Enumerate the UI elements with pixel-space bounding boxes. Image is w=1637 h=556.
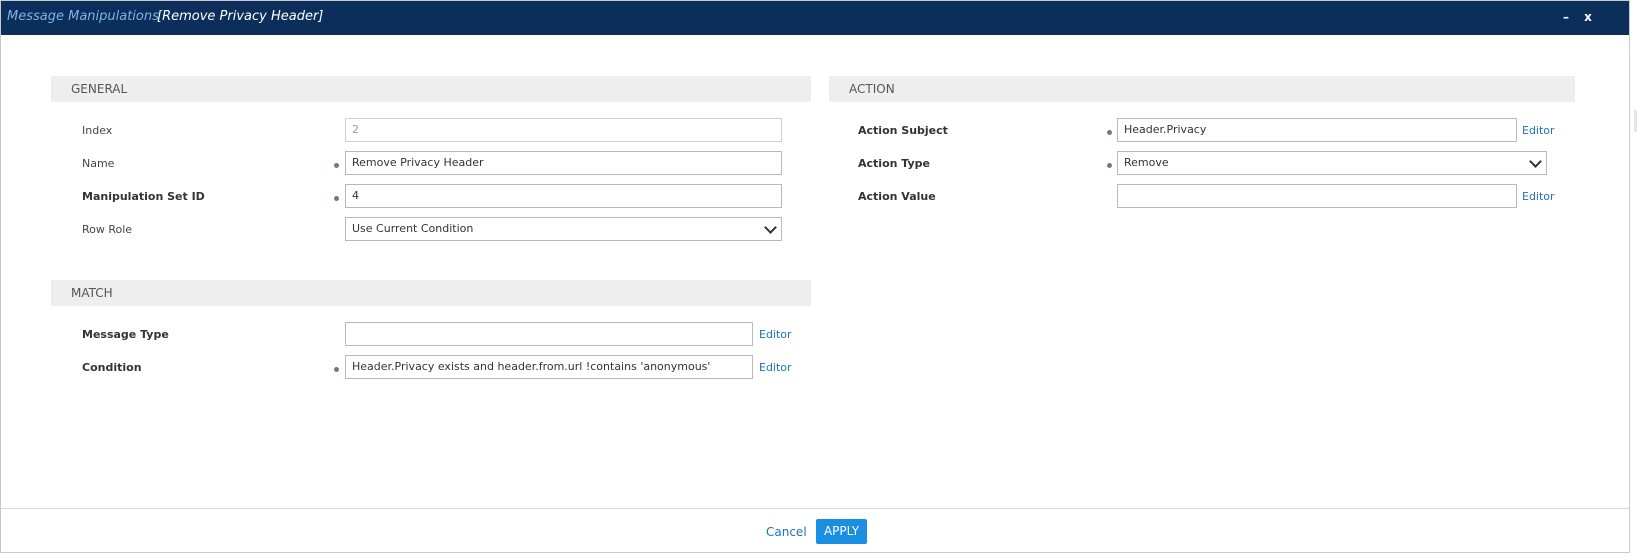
required-indicator [334,367,339,372]
action-subject-field[interactable]: Header.Privacy [1117,118,1517,142]
index-label: Index [82,124,113,137]
action-type-label: Action Type [858,157,930,170]
condition-label: Condition [82,361,142,374]
action-subject-editor-link[interactable]: Editor [1522,124,1555,138]
required-indicator [334,196,339,201]
name-label: Name [82,157,115,170]
condition-field[interactable]: Header.Privacy exists and header.from.ur… [345,355,753,379]
row-role-label: Row Role [82,223,133,236]
chevron-down-icon [764,221,777,234]
manipulation-set-id-field[interactable]: 4 [345,184,782,208]
action-value-label: Action Value [858,190,936,203]
action-value-field[interactable] [1117,184,1517,208]
close-button[interactable]: x [1581,10,1595,24]
action-type-select[interactable]: Remove [1117,151,1547,175]
general-section-header: GENERAL [51,76,811,102]
minimize-button[interactable]: – [1559,10,1573,24]
message-type-editor-link[interactable]: Editor [759,328,792,342]
match-section-header: MATCH [51,280,811,306]
action-section-header: ACTION [829,76,1575,102]
required-indicator [1107,163,1112,168]
index-field: 2 [345,118,782,142]
required-indicator [1107,130,1112,135]
chevron-down-icon [1529,155,1542,168]
action-value-editor-link[interactable]: Editor [1522,190,1555,204]
message-type-label: Message Type [82,328,169,341]
condition-editor-link[interactable]: Editor [759,361,792,375]
action-subject-label: Action Subject [858,124,948,137]
manipulation-set-id-label: Manipulation Set ID [82,190,205,203]
name-field[interactable]: Remove Privacy Header [345,151,782,175]
dialog-subtitle: [Remove Privacy Header] [157,9,324,24]
footer-divider [1,508,1629,509]
row-role-select[interactable]: Use Current Condition [345,217,782,241]
required-indicator [334,163,339,168]
dialog-titlebar: Message Manipulations [Remove Privacy He… [1,1,1629,35]
dialog-title: Message Manipulations [7,9,159,24]
apply-button[interactable]: APPLY [816,519,867,544]
message-manipulation-dialog: Message Manipulations [Remove Privacy He… [0,0,1630,553]
message-type-field[interactable] [345,322,753,346]
action-type-value: Remove [1124,156,1169,169]
row-role-value: Use Current Condition [352,222,474,235]
cancel-button[interactable]: Cancel [766,525,807,539]
